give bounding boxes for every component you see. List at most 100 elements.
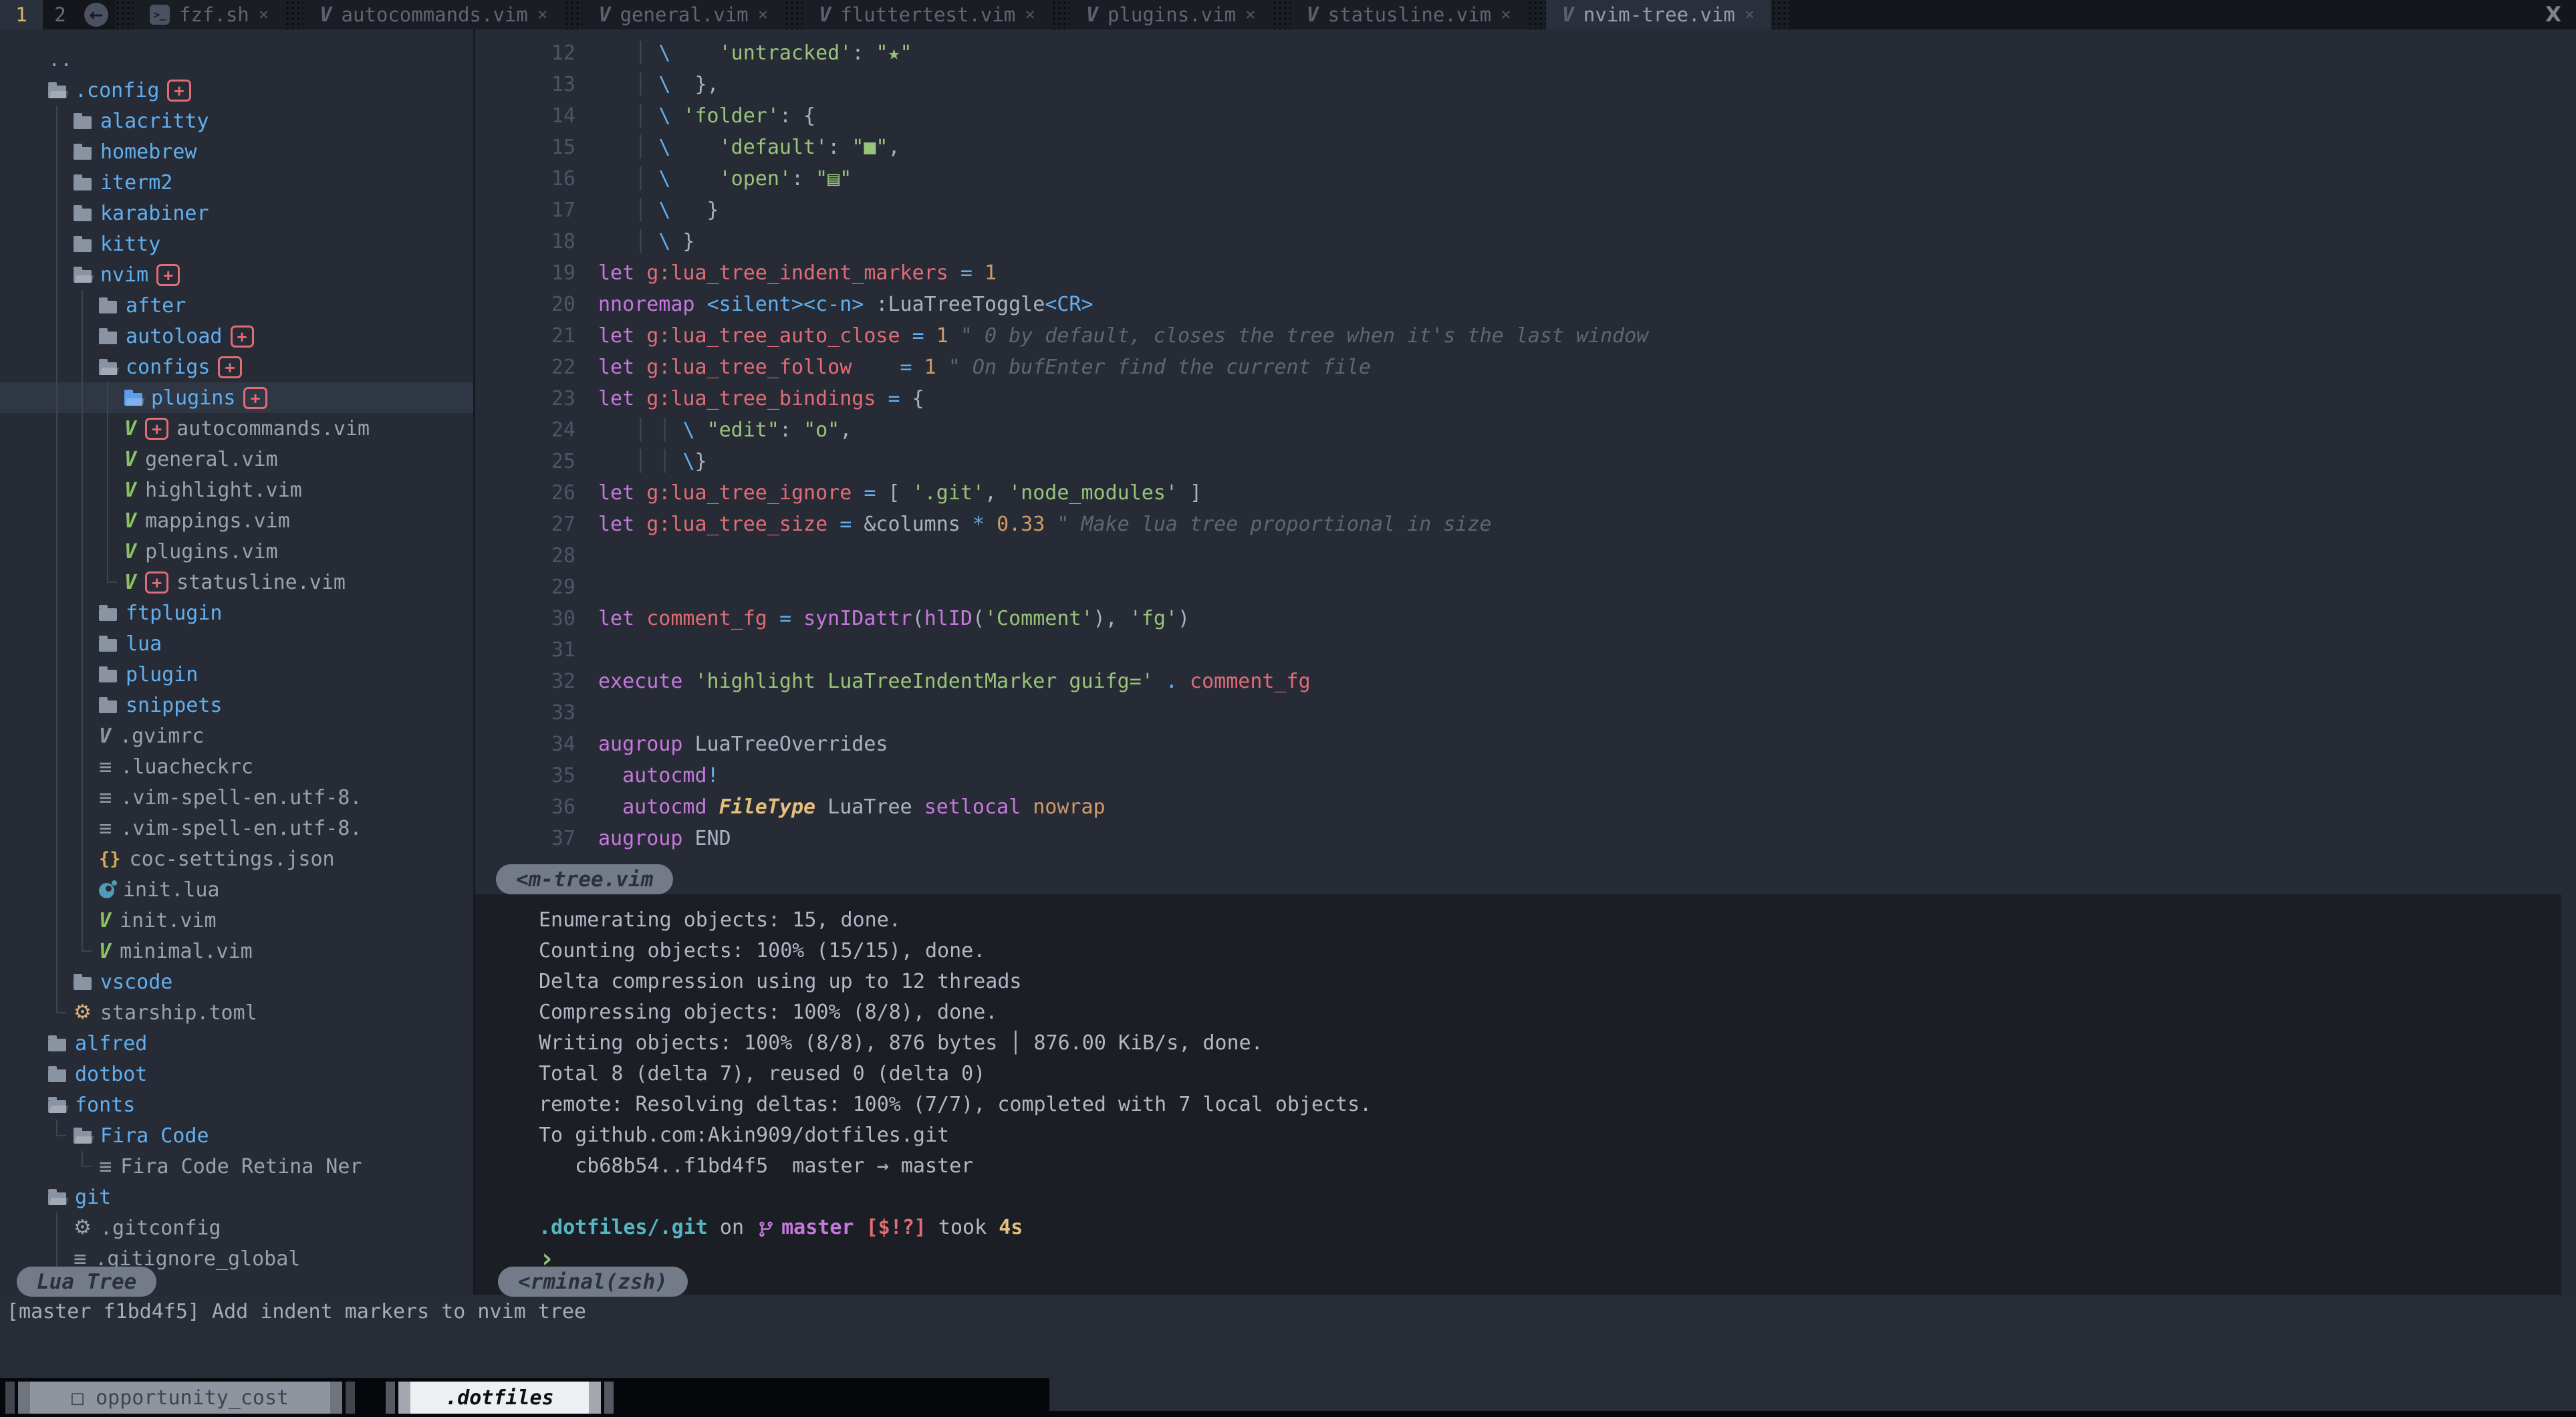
tree-item-.vim-spell-en.utf-8.[interactable]: ≡.vim-spell-en.utf-8.: [48, 813, 473, 844]
tree-item-kitty[interactable]: kitty: [48, 229, 473, 259]
tab-fluttertest.vim[interactable]: Vfluttertest.vim×: [803, 0, 1051, 29]
code-line-37[interactable]: 37augroup END: [475, 823, 2576, 854]
tab-close-icon[interactable]: ×: [758, 5, 769, 25]
tree-indent-guide: [99, 536, 124, 567]
code-line-12[interactable]: 12 │ \ 'untracked': "★": [475, 37, 2576, 69]
code-line-13[interactable]: 13 │ \ },: [475, 69, 2576, 100]
tab-page-number-2[interactable]: 2: [43, 0, 78, 29]
code-line-36[interactable]: 36 autocmd FileType LuaTree setlocal now…: [475, 791, 2576, 823]
tab-nvim-tree.vim[interactable]: Vnvim-tree.vim×: [1546, 0, 1771, 29]
close-all-icon[interactable]: X: [2545, 3, 2561, 27]
tree-item-coc-settings.json[interactable]: {}coc-settings.json: [48, 844, 473, 874]
tree-item-.luacheckrc[interactable]: ≡.luacheckrc: [48, 751, 473, 782]
code-line-30[interactable]: 30let comment_fg = synIDattr(hlID('Comme…: [475, 603, 2576, 634]
tree-indent-guide: [48, 321, 74, 352]
tree-item-homebrew[interactable]: homebrew: [48, 136, 473, 167]
tree-item-after[interactable]: after: [48, 290, 473, 321]
code-line-25[interactable]: 25 │ │ \}: [475, 446, 2576, 477]
editor-pane[interactable]: 12 │ \ 'untracked': "★"13 │ \ },14 │ \ '…: [475, 29, 2576, 902]
tree-item-general.vim[interactable]: Vgeneral.vim: [48, 444, 473, 475]
code-line-27[interactable]: 27let g:lua_tree_size = &columns * 0.33 …: [475, 509, 2576, 540]
tree-item-starship.toml[interactable]: ⚙starship.toml: [48, 997, 473, 1028]
tree-item-plugin[interactable]: plugin: [48, 659, 473, 690]
code-line-33[interactable]: 33: [475, 697, 2576, 729]
tree-item-vscode[interactable]: vscode: [48, 967, 473, 997]
code-line-29[interactable]: 29: [475, 571, 2576, 603]
tree-item-init.vim[interactable]: Vinit.vim: [48, 905, 473, 936]
tab-close-icon[interactable]: ×: [1245, 5, 1256, 25]
terminal-prompt-char[interactable]: ›: [539, 1243, 2576, 1274]
tab-label: nvim-tree.vim: [1583, 3, 1735, 26]
code-line-31[interactable]: 31: [475, 634, 2576, 666]
tab-autocommands.vim[interactable]: Vautocommands.vim×: [303, 0, 563, 29]
tree-item-snippets[interactable]: snippets: [48, 690, 473, 721]
tab-plugins.vim[interactable]: Vplugins.vim×: [1070, 0, 1272, 29]
code-line-23[interactable]: 23let g:lua_tree_bindings = {: [475, 383, 2576, 414]
tab-close-icon[interactable]: ×: [537, 5, 548, 25]
tree-item-.config[interactable]: .config+: [48, 75, 473, 106]
tree-item-karabiner[interactable]: karabiner: [48, 198, 473, 229]
tree-item-statusline.vim[interactable]: V+statusline.vim: [48, 567, 473, 598]
tree-item-label: Fira Code: [100, 1124, 209, 1148]
tab-fzf.sh[interactable]: >_fzf.sh×: [134, 0, 285, 29]
tree-item-configs[interactable]: configs+: [48, 352, 473, 382]
code-line-20[interactable]: 20nnoremap <silent><c-n> :LuaTreeToggle<…: [475, 289, 2576, 320]
tree-item-mappings.vim[interactable]: Vmappings.vim: [48, 505, 473, 536]
tab-close-icon[interactable]: ×: [1745, 5, 1755, 25]
tree-item-alacritty[interactable]: alacritty: [48, 106, 473, 136]
code-line-21[interactable]: 21let g:lua_tree_auto_close = 1 " 0 by d…: [475, 320, 2576, 352]
tree-item-highlight.vim[interactable]: Vhighlight.vim: [48, 475, 473, 505]
code-line-34[interactable]: 34augroup LuaTreeOverrides: [475, 729, 2576, 760]
tree-item-label: ..: [48, 48, 72, 72]
code-line-16[interactable]: 16 │ \ 'open': "▤": [475, 163, 2576, 195]
tab-close-icon[interactable]: ×: [259, 5, 269, 25]
tree-item-.gvimrc[interactable]: V.gvimrc: [48, 721, 473, 751]
code-line-24[interactable]: 24 │ │ \ "edit": "o",: [475, 414, 2576, 446]
tree-item-Fira-Code-Retina-Ner[interactable]: ≡Fira Code Retina Ner: [48, 1151, 473, 1182]
code-line-32[interactable]: 32execute 'highlight LuaTreeIndentMarker…: [475, 666, 2576, 697]
tree-item-fonts[interactable]: fonts: [48, 1089, 473, 1120]
code-line-14[interactable]: 14 │ \ 'folder': {: [475, 100, 2576, 132]
tree-item-ftplugin[interactable]: ftplugin: [48, 598, 473, 628]
code-line-26[interactable]: 26let g:lua_tree_ignore = [ '.git', 'nod…: [475, 477, 2576, 509]
tree-item-dotbot[interactable]: dotbot: [48, 1059, 473, 1089]
tree-item-plugins[interactable]: plugins+: [0, 382, 473, 413]
code-line-17[interactable]: 17 │ \ }: [475, 195, 2576, 226]
terminal-buffer-label: <rminal(zsh): [498, 1267, 688, 1297]
tree-item-git[interactable]: git: [48, 1182, 473, 1212]
tree-item-label: .gitconfig: [100, 1216, 221, 1240]
tab-general.vim[interactable]: Vgeneral.vim×: [583, 0, 785, 29]
back-icon[interactable]: ←: [84, 3, 108, 27]
tree-indent-guide: [48, 844, 74, 874]
tab-statusline.vim[interactable]: Vstatusline.vim×: [1291, 0, 1527, 29]
tree-item-nvim[interactable]: nvim+: [48, 259, 473, 290]
tree-item-Fira-Code[interactable]: Fira Code: [48, 1120, 473, 1151]
terminal-pane[interactable]: Enumerating objects: 15, done.Counting o…: [475, 894, 2576, 1295]
tab-close-icon[interactable]: ×: [1501, 5, 1511, 25]
tab-page-number-1[interactable]: 1: [0, 0, 43, 29]
tab-label: autocommands.vim: [341, 3, 527, 26]
tree-item-.vim-spell-en.utf-8.[interactable]: ≡.vim-spell-en.utf-8.: [48, 782, 473, 813]
segment-gradient: [589, 1382, 601, 1414]
tmux-window-opportunity_cost[interactable]: □ opportunity_cost: [5, 1382, 355, 1414]
tree-item-lua[interactable]: lua: [48, 628, 473, 659]
tree-item-alfred[interactable]: alfred: [48, 1028, 473, 1059]
line-number: 19: [475, 257, 586, 289]
tree-item-..[interactable]: ..: [48, 44, 473, 75]
tree-item-init.lua[interactable]: init.lua: [48, 874, 473, 905]
tree-item-iterm2[interactable]: iterm2: [48, 167, 473, 198]
code-line-28[interactable]: 28: [475, 540, 2576, 571]
tmux-window-.dotfiles[interactable]: .dotfiles: [386, 1382, 614, 1414]
tab-close-icon[interactable]: ×: [1025, 5, 1035, 25]
code-line-18[interactable]: 18 │ \ }: [475, 226, 2576, 257]
tree-item-.gitconfig[interactable]: ⚙.gitconfig: [48, 1212, 473, 1243]
tree-item-autoload[interactable]: autoload+: [48, 321, 473, 352]
code-line-22[interactable]: 22let g:lua_tree_follow = 1 " On bufEnte…: [475, 352, 2576, 383]
tree-item-plugins.vim[interactable]: Vplugins.vim: [48, 536, 473, 567]
code-line-15[interactable]: 15 │ \ 'default': "■",: [475, 132, 2576, 163]
code-line-19[interactable]: 19let g:lua_tree_indent_markers = 1: [475, 257, 2576, 289]
code-line-35[interactable]: 35 autocmd!: [475, 760, 2576, 791]
file-tree-sidebar[interactable]: .. .config+alacrittyhomebrewiterm2karabin…: [0, 29, 473, 1295]
tree-item-minimal.vim[interactable]: Vminimal.vim: [48, 936, 473, 967]
tree-item-autocommands.vim[interactable]: V+autocommands.vim: [48, 413, 473, 444]
